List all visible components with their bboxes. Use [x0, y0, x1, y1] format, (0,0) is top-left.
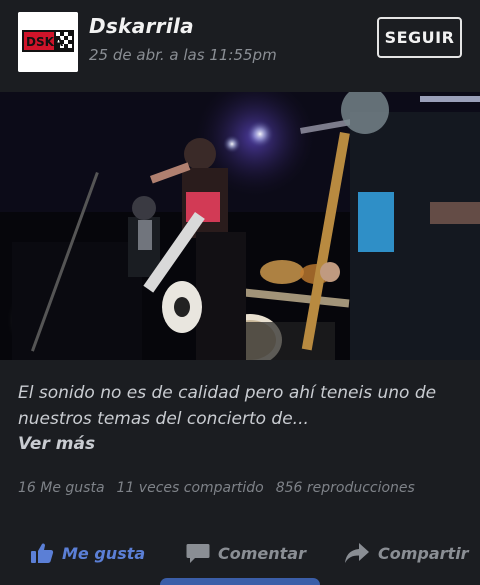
logo-text: DSKA — [26, 35, 64, 49]
post-caption: El sonido no es de calidad pero ahí tene… — [18, 383, 437, 429]
follow-button[interactable]: SEGUIR — [377, 17, 462, 58]
share-arrow-icon — [345, 543, 369, 563]
concert-video-frame — [0, 92, 480, 360]
dskarrila-logo: DSKA — [18, 12, 78, 72]
page-name[interactable]: Dskarrila — [89, 14, 194, 38]
post-stats: 16 Me gusta 11 veces compartido 856 repr… — [18, 480, 415, 496]
like-label: Me gusta — [62, 543, 146, 563]
like-button[interactable]: Me gusta — [30, 533, 145, 573]
post-timestamp[interactable]: 25 de abr. a las 11:55pm — [89, 46, 277, 64]
shares-count[interactable]: 11 veces compartido — [117, 480, 264, 496]
next-content-pill[interactable] — [160, 578, 320, 585]
page-avatar[interactable]: DSKA — [18, 12, 78, 72]
video-player[interactable] — [0, 92, 480, 360]
share-label: Compartir — [378, 543, 469, 563]
post-header: DSKA Dskarrila 25 de abr. a las 11:55pm … — [0, 0, 480, 92]
comment-label: Comentar — [218, 543, 306, 563]
comment-button[interactable]: Comentar — [186, 533, 306, 573]
likes-count[interactable]: 16 Me gusta — [18, 480, 105, 496]
comment-bubble-icon — [186, 544, 210, 563]
see-more-link[interactable]: Ver más — [18, 434, 95, 454]
post-actions: Me gusta Comentar Compartir — [0, 533, 480, 573]
views-count: 856 reproducciones — [275, 480, 415, 496]
share-button[interactable]: Compartir — [344, 533, 469, 573]
thumbs-up-icon — [31, 543, 54, 563]
